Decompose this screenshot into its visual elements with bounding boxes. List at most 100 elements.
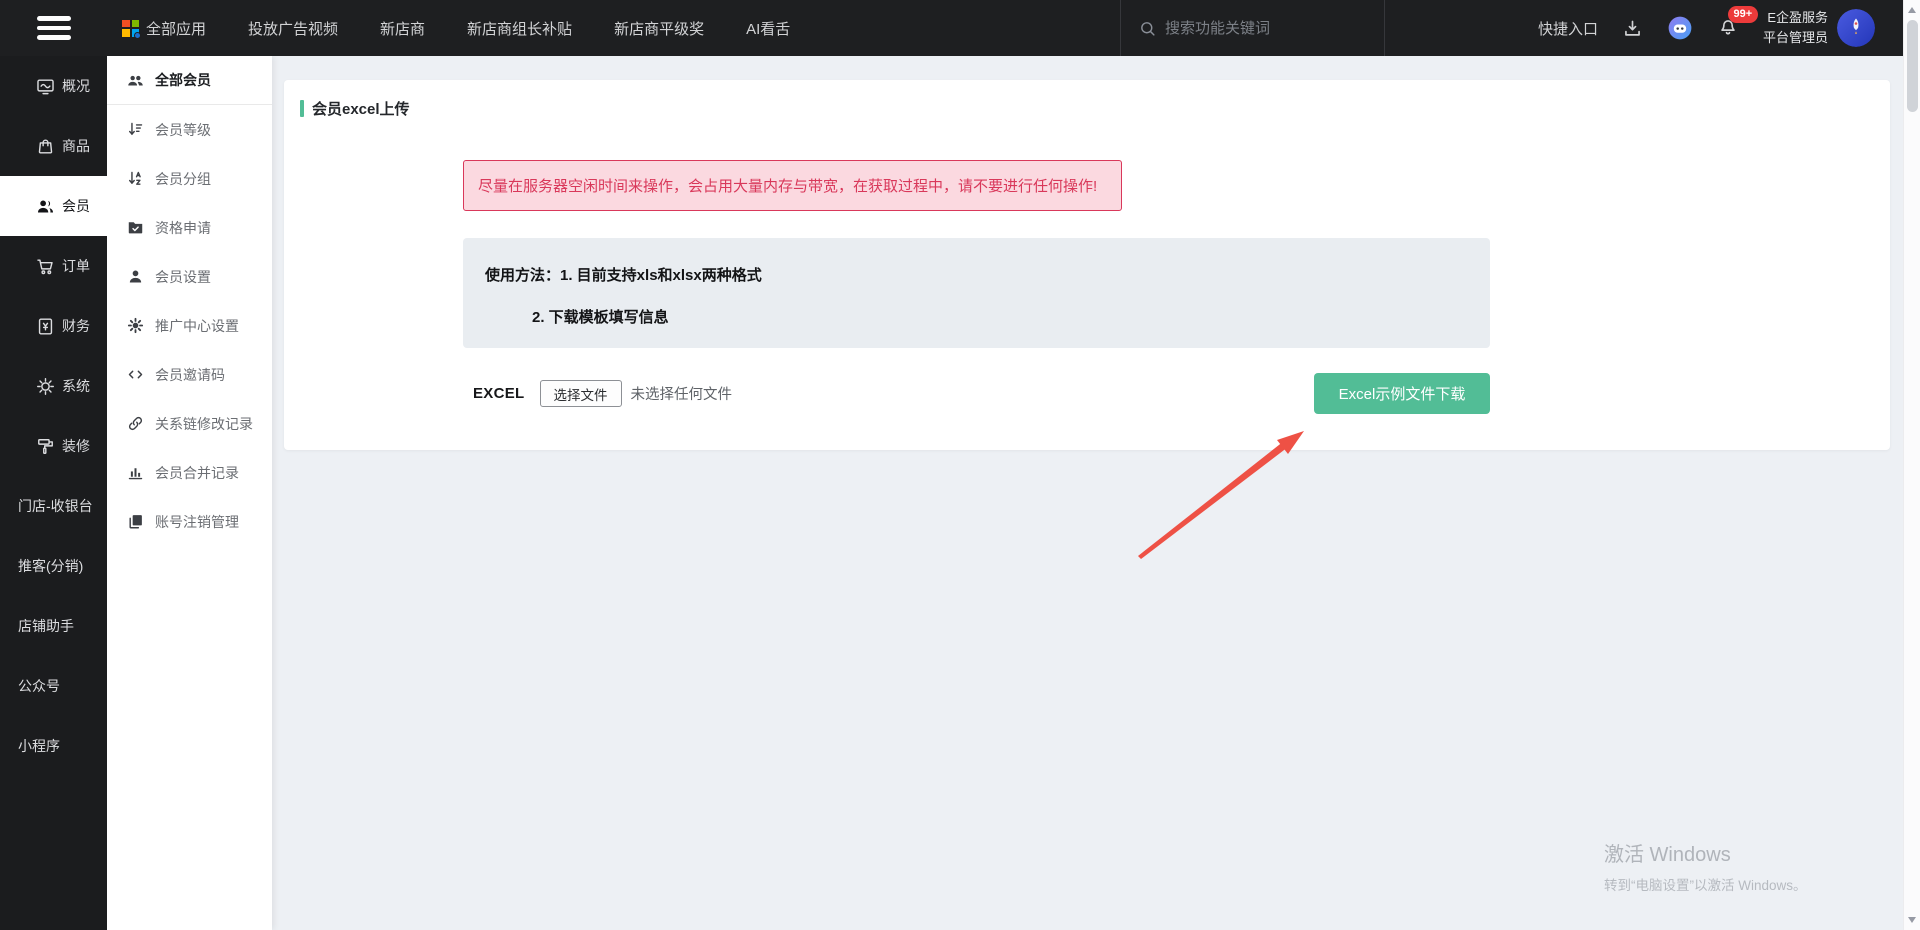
search-input[interactable] [1165,20,1355,37]
sidebar-item-label: 会员 [62,196,90,216]
avatar[interactable] [1837,9,1875,47]
sidebar-item-system[interactable]: 系统 [0,356,107,416]
watermark-line-2: 转到“电脑设置”以激活 Windows。 [1604,874,1807,894]
upload-card: 会员excel上传 尽量在服务器空闲时间来操作，会占用大量内存与带宽，在获取过程… [284,80,1890,450]
vertical-scrollbar[interactable] [1903,0,1920,930]
submenu-item-member-group[interactable]: 会员分组 [107,154,272,203]
sidebar-item-decoration[interactable]: 装修 [0,416,107,476]
gear-solid-icon [127,317,144,334]
hamburger-menu-button[interactable] [0,16,107,40]
account-menu[interactable]: E企盈服务 平台管理员 [1763,8,1875,48]
sidebar-item-overview[interactable]: 概况 [0,56,107,116]
excel-field-label: EXCEL [473,385,525,402]
submenu-item-label: 关系链修改记录 [155,414,253,434]
download-icon[interactable] [1622,18,1643,39]
submenu-item-merge-record[interactable]: 会员合并记录 [107,448,272,497]
scrollbar-down-arrow[interactable] [1908,917,1916,923]
submenu-item-label: 会员合并记录 [155,463,239,483]
submenu-item-relation-log[interactable]: 关系链修改记录 [107,399,272,448]
sidebar-item-orders[interactable]: 订单 [0,236,107,296]
scrollbar-up-arrow[interactable] [1908,7,1916,13]
link-icon [127,415,144,432]
copy-file-icon [127,513,144,530]
nav-item-ai[interactable]: AI看舌 [746,18,790,39]
overview-icon [36,77,55,96]
primary-sidebar: 概况 商品 会员 订单 财务 [0,56,107,930]
sidebar-item-label: 订单 [62,256,90,276]
submenu-item-label: 资格申请 [155,218,211,238]
goods-bag-icon [36,137,55,156]
quick-entry-link[interactable]: 快捷入口 [1538,18,1598,39]
scrollbar-thumb[interactable] [1907,20,1918,112]
top-navbar: 全部应用 投放广告视频 新店商 新店商组长补贴 新店商平级奖 AI看舌 快捷入口 [0,0,1903,56]
gear-icon [36,377,55,396]
member-submenu: 全部会员 会员等级 会员分组 资格申请 会员设置 [107,56,272,930]
sidebar-item-label: 概况 [62,76,90,96]
sort-alpha-icon [127,170,144,187]
file-status-text: 未选择任何文件 [631,383,733,404]
submenu-item-all-members[interactable]: 全部会员 [107,56,272,105]
hamburger-icon [37,16,71,40]
sidebar-item-shop-assistant[interactable]: 店铺助手 [0,596,107,656]
sidebar-item-official-account[interactable]: 公众号 [0,656,107,716]
sidebar-item-label: 财务 [62,316,90,336]
usage-instructions: 使用方法：1. 目前支持xls和xlsx两种格式 2. 下载模板填写信息 [463,238,1490,348]
nav-item-ad-video[interactable]: 投放广告视频 [248,18,338,39]
sidebar-item-label: 店铺助手 [18,616,74,636]
sidebar-item-finance[interactable]: 财务 [0,296,107,356]
cart-icon [36,257,55,276]
submenu-item-promotion-settings[interactable]: 推广中心设置 [107,301,272,350]
apps-grid-icon [122,20,139,37]
excel-sample-download-button[interactable]: Excel示例文件下载 [1314,373,1490,414]
nav-item-peer-award[interactable]: 新店商平级奖 [614,18,704,39]
windows-activation-watermark: 激活 Windows 转到“电脑设置”以激活 Windows。 [1604,838,1807,894]
sidebar-item-distribution[interactable]: 推客(分销) [0,536,107,596]
sidebar-item-label: 商品 [62,136,90,156]
notification-badge: 99+ [1728,6,1758,23]
sidebar-item-mini-program[interactable]: 小程序 [0,716,107,776]
nav-item-leader-subsidy[interactable]: 新店商组长补贴 [467,18,572,39]
watermark-line-1: 激活 Windows [1604,838,1807,867]
submenu-item-label: 账号注销管理 [155,512,239,532]
bar-chart-icon [127,464,144,481]
page-title: 会员excel上传 [300,98,410,119]
submenu-item-label: 会员分组 [155,169,211,189]
page-title-text: 会员excel上传 [312,98,410,119]
submenu-item-account-deletion[interactable]: 账号注销管理 [107,497,272,546]
sidebar-item-label: 系统 [62,376,90,396]
sidebar-item-label: 小程序 [18,736,60,756]
code-icon [127,366,144,383]
main-content: 会员excel上传 尽量在服务器空闲时间来操作，会占用大量内存与带宽，在获取过程… [272,56,1903,930]
members-group-icon [127,72,144,89]
title-accent-bar [300,100,304,117]
account-name: E企盈服务 [1763,8,1828,28]
submenu-item-member-settings[interactable]: 会员设置 [107,252,272,301]
person-icon [127,268,144,285]
notifications-button[interactable]: 99+ [1717,15,1739,42]
nav-item-all-apps[interactable]: 全部应用 [122,18,206,39]
submenu-item-label: 会员设置 [155,267,211,287]
choose-file-button[interactable]: 选择文件 [540,380,622,407]
sidebar-item-members[interactable]: 会员 [0,176,107,236]
submenu-item-label: 会员邀请码 [155,365,225,385]
warning-alert-text: 尽量在服务器空闲时间来操作，会占用大量内存与带宽，在获取过程中，请不要进行任何操… [478,175,1097,196]
navbar-search [1120,0,1385,56]
app-window: 全部应用 投放广告视频 新店商 新店商组长补贴 新店商平级奖 AI看舌 快捷入口 [0,0,1920,930]
submenu-item-invite-code[interactable]: 会员邀请码 [107,350,272,399]
navbar-right-cluster: 快捷入口 [1538,0,1875,56]
sort-numeric-icon [127,121,144,138]
nav-item-label: 全部应用 [146,18,206,39]
paint-roller-icon [36,437,55,456]
nav-item-new-merchant[interactable]: 新店商 [380,18,425,39]
search-icon [1139,20,1156,37]
submenu-item-qualification[interactable]: 资格申请 [107,203,272,252]
sidebar-item-pos[interactable]: 门店-收银台 [0,476,107,536]
sidebar-item-goods[interactable]: 商品 [0,116,107,176]
members-icon [36,197,55,216]
usage-line-1: 使用方法：1. 目前支持xls和xlsx两种格式 [485,264,762,285]
assistant-robot-icon[interactable] [1667,15,1693,41]
account-text: E企盈服务 平台管理员 [1763,8,1828,48]
submenu-item-member-level[interactable]: 会员等级 [107,105,272,154]
sidebar-item-label: 门店-收银台 [18,496,93,516]
submenu-item-label: 会员等级 [155,120,211,140]
